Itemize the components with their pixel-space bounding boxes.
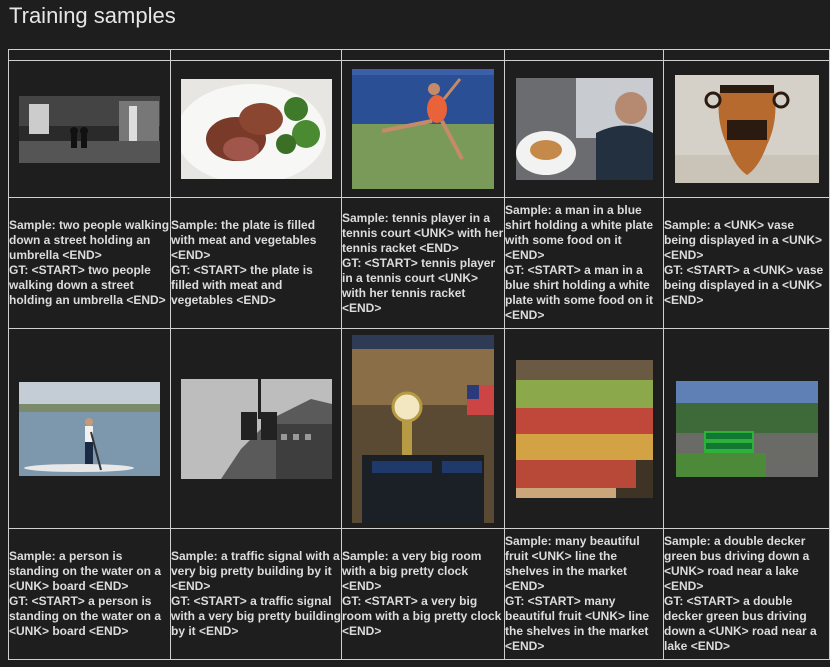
caption-row: Sample: a person is standing on the wate… — [8, 528, 830, 660]
image-cell — [341, 60, 505, 198]
caption-cell: Sample: a person is standing on the wate… — [8, 528, 171, 660]
gt-text: GT: <START> a very big room with a big p… — [342, 594, 502, 638]
sample-image-green-bus — [675, 380, 818, 477]
sample-text: Sample: two people walking down a street… — [9, 218, 170, 262]
sample-image-man-plate — [515, 78, 653, 180]
image-cell — [663, 60, 830, 198]
sample-image-plate-meat — [180, 79, 332, 179]
gt-text: GT: <START> a double decker green bus dr… — [664, 594, 817, 653]
image-cell — [8, 60, 171, 198]
sample-image-street-umbrella — [19, 95, 160, 163]
image-cell — [504, 60, 664, 198]
gt-text: GT: <START> a traffic signal with a very… — [171, 594, 342, 638]
sample-image-vase — [674, 75, 819, 183]
caption-cell: Sample: tennis player in a tennis court … — [341, 197, 505, 329]
caption-cell: Sample: a very big room with a big prett… — [341, 528, 505, 660]
page-title: Training samples — [9, 3, 176, 28]
sample-image-clock-room — [352, 334, 494, 523]
image-cell — [341, 328, 505, 529]
sample-image-paddleboard — [19, 381, 160, 476]
header-cell — [504, 49, 664, 61]
header-cell — [341, 49, 505, 61]
sample-text: Sample: many beautiful fruit <UNK> line … — [505, 534, 640, 593]
caption-cell: Sample: a traffic signal with a very big… — [170, 528, 342, 660]
caption-cell: Sample: two people walking down a street… — [8, 197, 171, 329]
header-cell — [170, 49, 342, 61]
sample-image-tennis — [352, 69, 494, 189]
samples-table: Sample: two people walking down a street… — [8, 49, 830, 660]
sample-text: Sample: a traffic signal with a very big… — [171, 549, 340, 593]
sample-text: Sample: a <UNK> vase being displayed in … — [664, 218, 823, 262]
image-cell — [663, 328, 830, 529]
caption-cell: Sample: a <UNK> vase being displayed in … — [663, 197, 830, 329]
image-cell — [504, 328, 664, 529]
image-row — [8, 60, 830, 198]
table-header-row — [8, 49, 830, 61]
caption-cell: Sample: many beautiful fruit <UNK> line … — [504, 528, 664, 660]
gt-text: GT: <START> a <UNK> vase being displayed… — [664, 263, 824, 307]
image-row — [8, 328, 830, 529]
header-cell — [663, 49, 830, 61]
header-cell — [8, 49, 171, 61]
gt-text: GT: <START> many beautiful fruit <UNK> l… — [505, 594, 650, 653]
image-cell — [8, 328, 171, 529]
sample-text: Sample: the plate is filled with meat an… — [171, 218, 317, 262]
gt-text: GT: <START> tennis player in a tennis co… — [342, 255, 496, 315]
sample-text: Sample: a very big room with a big prett… — [342, 549, 482, 593]
caption-cell: Sample: the plate is filled with meat an… — [170, 197, 342, 329]
sample-text: Sample: a double decker green bus drivin… — [664, 534, 810, 593]
sample-image-traffic-signal — [180, 378, 332, 479]
image-cell — [170, 60, 342, 198]
caption-cell: Sample: a double decker green bus drivin… — [663, 528, 830, 660]
gt-text: GT: <START> a man in a blue shirt holdin… — [505, 263, 653, 322]
gt-text: GT: <START> a person is standing on the … — [9, 594, 162, 638]
gt-text: GT: <START> two people walking down a st… — [9, 263, 166, 307]
caption-row: Sample: two people walking down a street… — [8, 197, 830, 329]
sample-text: Sample: a person is standing on the wate… — [9, 549, 162, 593]
sample-text: Sample: a man in a blue shirt holding a … — [505, 203, 654, 262]
image-cell — [170, 328, 342, 529]
caption-cell: Sample: a man in a blue shirt holding a … — [504, 197, 664, 329]
gt-text: GT: <START> the plate is filled with mea… — [171, 263, 313, 307]
sample-image-fruit-market — [515, 359, 653, 498]
sample-text: Sample: tennis player in a tennis court … — [342, 210, 504, 255]
